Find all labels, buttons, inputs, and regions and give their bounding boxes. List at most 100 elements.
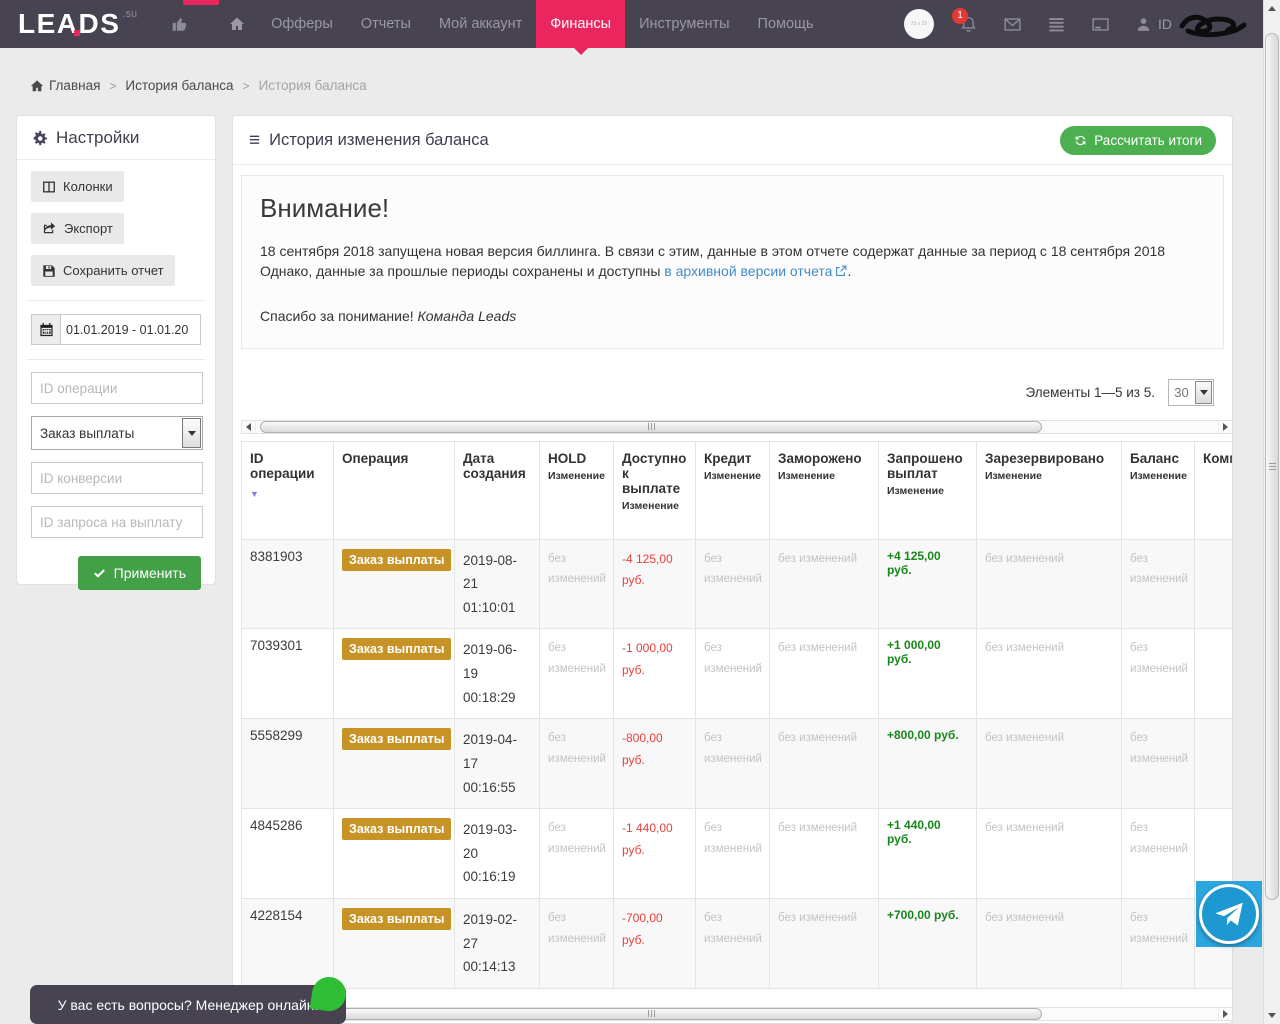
logo-suffix: .su xyxy=(122,8,138,20)
conversion-id-input[interactable] xyxy=(31,462,203,494)
chevron-down-icon xyxy=(1195,380,1212,404)
balance-table-wrap: ID операции ▼ Операция Дата создания HOL… xyxy=(241,440,1232,989)
operation-type-selected-value: Заказ выплаты xyxy=(40,425,135,441)
column-header-reserved: Зарезервировано Изменение xyxy=(976,440,1122,540)
nav-item-label: Мой аккаунт xyxy=(438,16,523,32)
breadcrumb-label: История баланса xyxy=(258,78,367,93)
page-size-select[interactable]: 30 xyxy=(1168,378,1214,406)
hold-change-cell: без изменений xyxy=(539,628,614,720)
refresh-icon xyxy=(1074,134,1087,147)
nav-item-reports[interactable]: Отчеты xyxy=(347,0,425,48)
operation-badge: Заказ выплаты xyxy=(342,728,452,751)
telegram-icon xyxy=(1199,884,1259,944)
balance-table-body: 8381903 Заказ выплаты 2019-08-21 01:10:01 б… xyxy=(241,538,1232,989)
scrollbar-thumb[interactable] xyxy=(260,1007,1042,1020)
home-icon xyxy=(30,79,44,93)
hold-change-cell: без изменений xyxy=(539,538,614,630)
list-icon[interactable] xyxy=(1047,15,1066,34)
frozen-change-cell: без изменений xyxy=(769,538,879,630)
billing-card-icon[interactable] xyxy=(1091,15,1110,34)
column-header-operation: Операция xyxy=(333,440,455,540)
column-label: ID операции xyxy=(250,450,315,481)
check-icon xyxy=(93,567,106,580)
column-header-operation-id[interactable]: ID операции ▼ xyxy=(241,440,334,540)
messages-icon[interactable] xyxy=(1003,15,1022,34)
calendar-icon[interactable] xyxy=(32,315,61,344)
created-date-cell: 2019-03-20 00:16:19 xyxy=(454,808,540,900)
avatar[interactable]: 29 x 29 xyxy=(904,9,934,39)
scroll-right-arrow[interactable] xyxy=(1218,1007,1232,1020)
leads-logo[interactable]: LEADS .su xyxy=(18,0,137,48)
notice-line2-prefix: Однако, данные за прошлые периоды сохран… xyxy=(260,263,665,280)
nav-item-account[interactable]: Мой аккаунт xyxy=(425,0,536,48)
bonus-indicator: +5% xyxy=(171,0,220,48)
breadcrumb-home[interactable]: Главная xyxy=(30,78,100,93)
nav-item-finance[interactable]: Финансы xyxy=(536,0,626,55)
scroll-down-arrow[interactable] xyxy=(1264,1007,1280,1024)
column-label: Дата создания xyxy=(463,450,526,481)
nav-item-home[interactable] xyxy=(217,0,257,48)
available-change-cell: -700,00 руб. xyxy=(613,898,696,989)
telegram-widget[interactable] xyxy=(1196,881,1262,947)
calculate-totals-button[interactable]: Рассчитать итоги xyxy=(1060,126,1216,155)
nav-item-label: Помощь xyxy=(757,16,814,32)
thanks-text: Спасибо за понимание! xyxy=(260,307,418,324)
notice-line2-suffix: . xyxy=(847,263,852,280)
archive-report-link[interactable]: в архивной версии отчета xyxy=(664,261,847,281)
chat-widget[interactable]: У вас есть вопросы? Менеджер онлайн! xyxy=(30,974,349,1024)
logo-text: LEADS xyxy=(18,8,121,39)
operation-type-select[interactable]: Заказ выплаты xyxy=(31,416,203,450)
breadcrumb-balance-history[interactable]: История баланса xyxy=(125,78,233,93)
notice-title: Внимание! xyxy=(260,193,390,223)
notice-line1: 18 сентября 2018 запущена новая версия б… xyxy=(260,243,1166,259)
balance-change-cell: без изменений xyxy=(1121,628,1195,720)
operation-badge: Заказ выплаты xyxy=(342,548,452,571)
nav-item-help[interactable]: Помощь xyxy=(744,0,828,48)
columns-button-label: Колонки xyxy=(63,179,113,194)
reserved-change-cell: без изменений xyxy=(976,718,1122,810)
pagination-top: Элементы 1—5 из 5. 30 xyxy=(233,378,1232,406)
hamburger-icon: ≡ xyxy=(249,130,261,151)
export-icon xyxy=(42,221,57,236)
column-label: HOLD xyxy=(548,450,587,466)
horizontal-scrollbar-top xyxy=(241,419,1232,434)
thumbs-up-icon xyxy=(171,15,189,33)
created-date-cell: 2019-08-21 01:10:01 xyxy=(454,538,540,630)
balance-change-cell: без изменений xyxy=(1121,898,1195,989)
reserved-change-cell: без изменений xyxy=(976,898,1122,989)
chevron-down-icon xyxy=(182,418,201,448)
export-button[interactable]: Экспорт xyxy=(31,213,124,244)
operation-type-cell: Заказ выплаты xyxy=(333,628,455,720)
user-id-group[interactable]: ID xyxy=(1135,10,1250,38)
notification-count-badge: 1 xyxy=(952,7,968,24)
save-report-button[interactable]: Сохранить отчет xyxy=(31,255,175,286)
apply-button[interactable]: Применить xyxy=(77,556,201,590)
date-range-input[interactable] xyxy=(61,315,200,344)
operation-type-cell: Заказ выплаты xyxy=(333,898,455,989)
column-header-requested: Запрошено выплат Изменение xyxy=(878,440,977,540)
scroll-left-arrow[interactable] xyxy=(242,420,256,433)
operation-id-cell: 8381903 xyxy=(241,538,334,630)
payout-request-id-input[interactable] xyxy=(31,506,203,538)
settings-header: Настройки xyxy=(17,116,215,160)
navbar-menu: Офферы Отчеты Мой аккаунт Финансы Инстру… xyxy=(217,0,828,55)
scrollbar-thumb[interactable] xyxy=(260,420,1042,433)
team-signature: Команда Leads xyxy=(417,307,517,324)
balance-history-panel: ≡ История изменения баланса Рассчитать и… xyxy=(232,115,1233,1024)
created-date-cell: 2019-04-17 00:16:55 xyxy=(454,718,540,810)
operation-id-input[interactable] xyxy=(31,372,203,404)
column-header-hold: HOLD Изменение xyxy=(539,440,614,540)
operation-type-cell: Заказ выплаты xyxy=(333,808,455,900)
scroll-right-arrow[interactable] xyxy=(1218,420,1232,433)
date-range-group xyxy=(31,314,201,345)
page-size-value: 30 xyxy=(1174,384,1189,400)
scroll-up-arrow[interactable] xyxy=(1264,0,1280,17)
hold-change-cell: без изменений xyxy=(539,898,614,989)
column-sublabel: Изменение xyxy=(778,469,835,482)
scrollbar-thumb[interactable] xyxy=(1265,33,1279,900)
notifications-button[interactable]: 1 xyxy=(952,7,978,34)
nav-item-offers[interactable]: Офферы xyxy=(257,0,347,48)
nav-item-tools[interactable]: Инструменты xyxy=(625,0,743,48)
columns-button[interactable]: Колонки xyxy=(31,171,124,202)
column-header-comment: Комментарий xyxy=(1194,440,1232,540)
